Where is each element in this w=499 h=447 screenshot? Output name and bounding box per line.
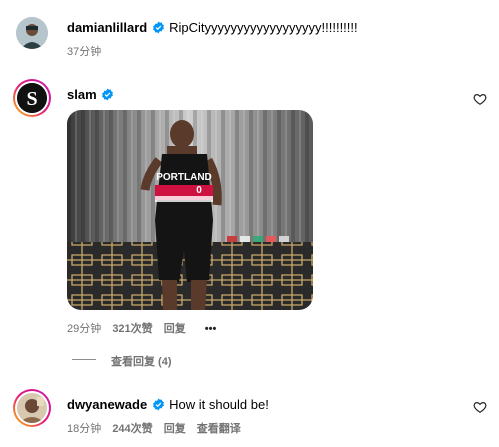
reply-button[interactable]: 回复 [164, 323, 186, 335]
jersey-text: PORTLAND [156, 172, 212, 183]
view-replies-button[interactable]: 查看回复 (4) [111, 353, 172, 369]
see-translation-button[interactable]: 查看翻译 [197, 423, 241, 435]
comment-header: slam [67, 86, 114, 104]
comment-text: RipCityyyyyyyyyyyyyyyyyy!!!!!!!!!! [169, 20, 358, 35]
avatar-dwyanewade[interactable] [13, 389, 51, 427]
comment-actions: 18分钟 244次赞 回复 查看翻译 [67, 420, 241, 436]
username-dwyanewade[interactable]: dwyanewade [67, 397, 147, 412]
like-heart-icon[interactable] [473, 400, 487, 414]
comment-time: 18分钟 [67, 423, 102, 435]
replies-divider [72, 359, 96, 360]
verified-badge-icon [152, 21, 164, 34]
comment-text: How it should be! [169, 397, 269, 412]
comment-gif[interactable]: PORTLAND 0 [67, 110, 313, 310]
slam-logo: S [17, 83, 47, 113]
jersey-number: 0 [196, 185, 202, 196]
comment-time: 29分钟 [67, 323, 102, 335]
comment-actions: 29分钟 321次赞 回复 ••• [67, 320, 216, 336]
comment-header: dwyanewade How it should be! [67, 396, 269, 414]
reply-button[interactable]: 回复 [164, 423, 186, 435]
gif-image: PORTLAND 0 [67, 110, 313, 310]
verified-badge-icon [102, 88, 114, 101]
username-slam[interactable]: slam [67, 87, 97, 102]
avatar-photo [16, 17, 48, 49]
more-options-icon[interactable]: ••• [205, 323, 217, 335]
avatar-damianlillard[interactable] [16, 17, 48, 49]
username-damianlillard[interactable]: damianlillard [67, 20, 147, 35]
like-count[interactable]: 244次赞 [112, 423, 152, 435]
like-heart-icon[interactable] [473, 92, 487, 106]
avatar-photo [17, 393, 47, 423]
comment-header: damianlillard RipCityyyyyyyyyyyyyyyyyy!!… [67, 19, 358, 37]
comment-time: 37分钟 [67, 46, 102, 58]
like-count[interactable]: 321次赞 [112, 323, 152, 335]
avatar-slam[interactable]: S [13, 79, 51, 117]
svg-text:S: S [26, 88, 37, 110]
verified-badge-icon [152, 398, 164, 411]
